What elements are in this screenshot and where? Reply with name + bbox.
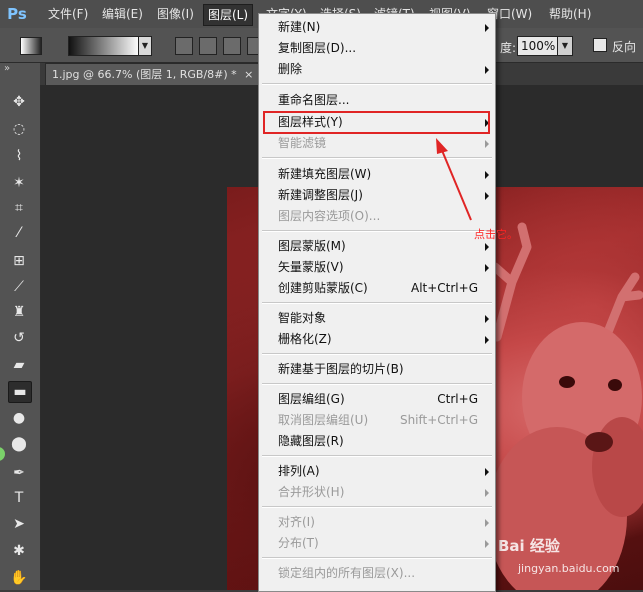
layer-menu-dropdown: 新建(N) 复制图层(D)... 删除 重命名图层... 图层样式(Y) 智能滤… (258, 13, 496, 592)
menu-edit[interactable]: 编辑(E) (98, 4, 147, 24)
magic-wand-tool-icon[interactable]: ✶ (8, 173, 30, 193)
clone-stamp-tool-icon[interactable]: ♜ (8, 302, 30, 322)
menu-separator (262, 157, 492, 159)
menu-layer[interactable]: 图层(L) (203, 4, 254, 26)
gradient-editor-swatch[interactable] (68, 36, 140, 56)
angle-gradient-button[interactable] (223, 37, 241, 55)
menu-file[interactable]: 文件(F) (44, 4, 92, 24)
document-tab-title: 1.jpg @ 66.7% (图层 1, RGB/8#) * (52, 68, 237, 81)
gradient-tool-icon[interactable]: ▬ (8, 381, 32, 403)
menu-item-smart-filter: 智能滤镜 (259, 133, 495, 154)
menu-item-vector-mask[interactable]: 矢量蒙版(V) (259, 257, 495, 278)
menu-separator (262, 302, 492, 304)
menu-separator (262, 83, 492, 85)
lasso-tool-icon[interactable]: ⌇ (8, 146, 30, 166)
active-tool-marker (0, 447, 5, 461)
radial-gradient-button[interactable] (199, 37, 217, 55)
menu-item-combine-shapes: 合并形状(H) (259, 482, 495, 503)
type-tool-icon[interactable]: T (8, 488, 30, 508)
menu-item-lock-all-layers-in-group: 锁定组内的所有图层(X)... (278, 566, 416, 580)
menu-separator (262, 557, 492, 559)
menu-separator (262, 353, 492, 355)
menu-item-new-fill-layer[interactable]: 新建填充图层(W) (259, 164, 495, 185)
menu-item-new[interactable]: 新建(N) (259, 17, 495, 38)
submenu-arrow-icon (485, 519, 489, 527)
menu-help[interactable]: 帮助(H) (545, 4, 595, 24)
path-selection-tool-icon[interactable]: ➤ (8, 514, 30, 534)
menu-item-delete[interactable]: 删除 (259, 59, 495, 80)
linear-gradient-button[interactable] (175, 37, 193, 55)
shortcut-label: Ctrl+G (437, 392, 478, 406)
submenu-arrow-icon (485, 264, 489, 272)
marquee-tool-icon[interactable]: ◌ (8, 119, 30, 139)
opacity-input[interactable]: 100% (517, 36, 562, 56)
submenu-arrow-icon (485, 468, 489, 476)
document-tab[interactable]: 1.jpg @ 66.7% (图层 1, RGB/8#) * × (45, 63, 263, 86)
menu-item-create-clipping-mask[interactable]: 创建剪贴蒙版(C) Alt+Ctrl+G (259, 278, 495, 299)
submenu-arrow-icon (485, 24, 489, 32)
baidu-jingyan-watermark: Bai 经验 (498, 537, 560, 555)
eyedropper-tool-icon[interactable]: ⁄ (8, 223, 30, 243)
reverse-label: 反向 (612, 40, 637, 54)
menu-separator (262, 506, 492, 508)
brush-tool-icon[interactable]: ⟋ (8, 277, 30, 297)
menu-separator (262, 383, 492, 385)
shortcut-label: Shift+Ctrl+G (399, 413, 478, 427)
menu-separator (262, 455, 492, 457)
custom-shape-tool-icon[interactable]: ✱ (8, 541, 30, 561)
menu-item-group-layers[interactable]: 图层编组(G) Ctrl+G (259, 389, 495, 410)
menu-item-rasterize[interactable]: 栅格化(Z) (259, 329, 495, 350)
menu-item-smart-objects[interactable]: 智能对象 (259, 308, 495, 329)
submenu-arrow-icon (485, 336, 489, 344)
hand-tool-icon[interactable]: ✋ (8, 568, 30, 588)
gradient-dropdown-icon[interactable]: ▼ (138, 36, 152, 56)
tools-panel: » ✥ ◌ ⌇ ✶ ⌗ ⁄ ⊞ ⟋ ♜ ↺ ▰ ▬ ● ⬤ ✒ T ➤ ✱ ✋ (0, 63, 41, 590)
submenu-arrow-icon (485, 171, 489, 179)
annotation-text: 点击它。 (474, 228, 518, 241)
shortcut-label: Alt+Ctrl+G (410, 281, 478, 295)
highlight-box-layer-style (263, 111, 490, 134)
move-tool-icon[interactable]: ✥ (8, 92, 30, 112)
crop-tool-icon[interactable]: ⌗ (8, 198, 30, 218)
reverse-checkbox[interactable] (593, 38, 607, 52)
menu-item-hide-layers[interactable]: 隐藏图层(R) (259, 431, 495, 452)
photoshop-logo: Ps (7, 5, 27, 23)
submenu-arrow-icon (485, 315, 489, 323)
menu-separator (262, 230, 492, 232)
menu-item-align: 对齐(I) (259, 512, 495, 533)
pen-tool-icon[interactable]: ✒ (8, 463, 30, 483)
submenu-arrow-icon (485, 192, 489, 200)
opacity-dropdown-icon[interactable]: ▼ (557, 36, 573, 56)
menu-item-distribute: 分布(T) (259, 533, 495, 554)
menu-item-new-adjustment-layer[interactable]: 新建调整图层(J) (259, 185, 495, 206)
collapse-panel-icon[interactable]: » (4, 63, 10, 74)
menu-image[interactable]: 图像(I) (153, 4, 198, 24)
submenu-arrow-icon (485, 243, 489, 251)
opacity-label: 度: (500, 41, 517, 55)
submenu-arrow-icon (485, 489, 489, 497)
menu-item-layer-content-options: 图层内容选项(O)... (278, 209, 381, 223)
submenu-arrow-icon (485, 140, 489, 148)
blur-tool-icon[interactable]: ● (8, 408, 30, 428)
close-tab-icon[interactable]: × (244, 68, 253, 81)
history-brush-tool-icon[interactable]: ↺ (8, 328, 30, 348)
watermark-url: jingyan.baidu.com (518, 562, 620, 575)
menu-item-ungroup-layers: 取消图层编组(U) Shift+Ctrl+G (259, 410, 495, 431)
menu-item-new-layer-based-slice[interactable]: 新建基于图层的切片(B) (259, 359, 495, 380)
submenu-arrow-icon (485, 66, 489, 74)
submenu-arrow-icon (485, 540, 489, 548)
menu-item-arrange[interactable]: 排列(A) (259, 461, 495, 482)
tool-preset-picker[interactable] (20, 37, 42, 55)
menu-item-rename-layer[interactable]: 重命名图层... (259, 90, 495, 111)
dodge-tool-icon[interactable]: ⬤ (8, 434, 30, 454)
menu-item-layer-mask[interactable]: 图层蒙版(M) (259, 236, 495, 257)
healing-brush-tool-icon[interactable]: ⊞ (8, 251, 30, 271)
eraser-tool-icon[interactable]: ▰ (8, 355, 30, 375)
menu-item-duplicate-layer[interactable]: 复制图层(D)... (259, 38, 495, 59)
